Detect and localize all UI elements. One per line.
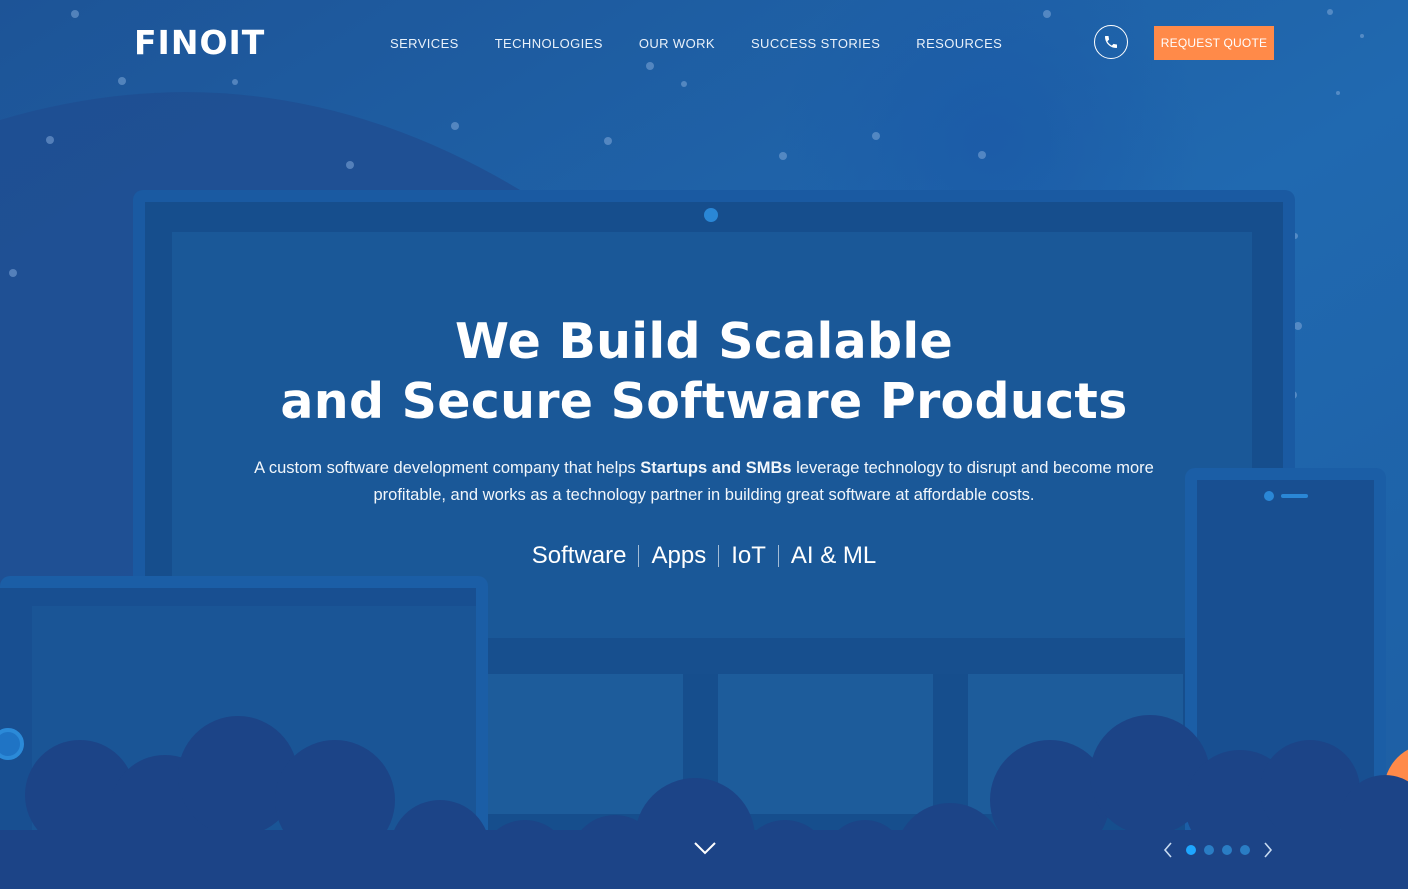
scroll-down-button[interactable] — [692, 838, 718, 858]
hero-title: We Build Scalable and Secure Software Pr… — [0, 312, 1408, 432]
request-quote-button[interactable]: REQUEST QUOTE — [1154, 26, 1274, 60]
nav-item-services[interactable]: SERVICES — [390, 35, 459, 52]
slider-next-button[interactable] — [1260, 840, 1276, 860]
tag-ai-ml: AI & ML — [790, 542, 877, 569]
nav-item-success-stories[interactable]: SUCCESS STORIES — [751, 35, 880, 52]
main-nav: SERVICES TECHNOLOGIES OUR WORK SUCCESS S… — [390, 35, 1002, 52]
hero-title-line-1: We Build Scalable — [454, 313, 954, 370]
tag-software: Software — [531, 542, 627, 569]
slider-dot-3[interactable] — [1222, 845, 1232, 855]
tag-apps: Apps — [651, 542, 707, 569]
phone-icon — [1105, 36, 1117, 48]
hero-tags: Software Apps IoT AI & ML — [0, 538, 1408, 574]
subtitle-text-start: A custom software development company th… — [254, 459, 641, 477]
nav-item-technologies[interactable]: TECHNOLOGIES — [495, 35, 603, 52]
slider-dot-4[interactable] — [1240, 845, 1250, 855]
subtitle-highlight: Startups and SMBs — [640, 459, 792, 477]
site-header: FINOIT SERVICES TECHNOLOGIES OUR WORK SU… — [0, 0, 1408, 86]
hero-title-line-2: and Secure Software Products — [280, 373, 1128, 430]
finoit-logo[interactable]: FINOIT — [134, 26, 265, 60]
hero-background-illustration — [0, 0, 1408, 889]
chevron-right-icon — [1264, 842, 1273, 858]
slider-dots — [1186, 845, 1250, 855]
slider-dot-2[interactable] — [1204, 845, 1214, 855]
chevron-left-icon — [1163, 842, 1172, 858]
chevron-down-icon — [694, 842, 716, 855]
tag-iot: IoT — [731, 542, 766, 569]
nav-item-our-work[interactable]: OUR WORK — [639, 35, 715, 52]
nav-item-resources[interactable]: RESOURCES — [916, 35, 1002, 52]
logo-wordmark: FINOIT — [134, 23, 266, 62]
slider-navigation — [1160, 840, 1276, 860]
hero-subtitle: A custom software development company th… — [244, 455, 1164, 509]
slider-dot-1[interactable] — [1186, 845, 1196, 855]
slider-prev-button[interactable] — [1160, 840, 1176, 860]
phone-button[interactable] — [1094, 25, 1128, 59]
